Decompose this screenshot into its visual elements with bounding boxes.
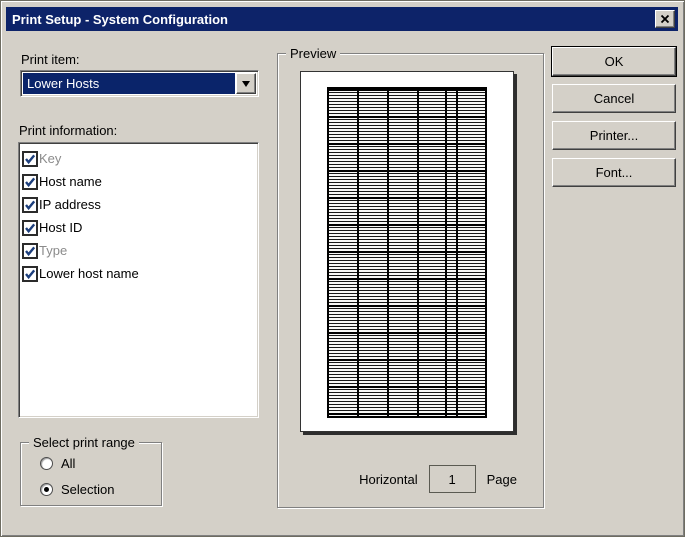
preview-page bbox=[300, 71, 514, 432]
list-item-lower-host-name[interactable]: Lower host name bbox=[22, 262, 256, 285]
cancel-button[interactable]: Cancel bbox=[552, 84, 676, 113]
list-item-label: Host ID bbox=[39, 220, 82, 235]
checkbox-icon[interactable] bbox=[22, 266, 38, 282]
list-item-ip-address[interactable]: IP address bbox=[22, 193, 256, 216]
combo-dropdown-button[interactable] bbox=[236, 73, 256, 94]
radio-icon[interactable] bbox=[40, 457, 53, 470]
radio-icon[interactable] bbox=[40, 483, 53, 496]
close-button[interactable] bbox=[655, 10, 675, 28]
preview-table-grid bbox=[327, 87, 487, 418]
horizontal-label: Horizontal bbox=[359, 472, 418, 487]
page-label: Page bbox=[487, 472, 517, 487]
list-item-host-name[interactable]: Host name bbox=[22, 170, 256, 193]
print-item-selected-value: Lower Hosts bbox=[23, 73, 235, 94]
print-information-label: Print information: bbox=[19, 123, 117, 138]
print-setup-dialog: Print Setup - System Configuration Print… bbox=[0, 0, 685, 537]
page-count-field: 1 bbox=[429, 465, 476, 493]
radio-selection[interactable]: Selection bbox=[40, 482, 114, 497]
radio-all[interactable]: All bbox=[40, 456, 75, 471]
list-item-type[interactable]: Type bbox=[22, 239, 256, 262]
close-icon bbox=[660, 14, 670, 24]
radio-selection-label: Selection bbox=[61, 482, 114, 497]
horizontal-page-row: Horizontal 1 Page bbox=[278, 464, 543, 494]
window-title: Print Setup - System Configuration bbox=[12, 12, 655, 27]
print-information-list: Key Host name IP address Host ID Type Lo… bbox=[18, 142, 259, 418]
list-item-label: Host name bbox=[39, 174, 102, 189]
titlebar: Print Setup - System Configuration bbox=[6, 7, 678, 31]
chevron-down-icon bbox=[242, 81, 250, 91]
radio-all-label: All bbox=[61, 456, 75, 471]
checkbox-icon[interactable] bbox=[22, 174, 38, 190]
checkbox-icon[interactable] bbox=[22, 243, 38, 259]
list-item-label: Key bbox=[39, 151, 61, 166]
print-item-select[interactable]: Lower Hosts bbox=[20, 70, 259, 97]
print-item-label: Print item: bbox=[21, 52, 80, 67]
checkbox-icon[interactable] bbox=[22, 151, 38, 167]
list-item-label: Lower host name bbox=[39, 266, 139, 281]
printer-button[interactable]: Printer... bbox=[552, 121, 676, 150]
ok-button[interactable]: OK bbox=[552, 47, 676, 76]
checkbox-icon[interactable] bbox=[22, 220, 38, 236]
list-item-label: IP address bbox=[39, 197, 101, 212]
print-range-group-label: Select print range bbox=[29, 435, 139, 450]
list-item-key[interactable]: Key bbox=[22, 147, 256, 170]
print-range-group: Select print range All Selection bbox=[20, 442, 162, 506]
preview-group-label: Preview bbox=[286, 46, 340, 61]
list-item-host-id[interactable]: Host ID bbox=[22, 216, 256, 239]
font-button[interactable]: Font... bbox=[552, 158, 676, 187]
checkbox-icon[interactable] bbox=[22, 197, 38, 213]
preview-group: Preview Horizontal 1 Page bbox=[277, 53, 544, 508]
list-item-label: Type bbox=[39, 243, 67, 258]
